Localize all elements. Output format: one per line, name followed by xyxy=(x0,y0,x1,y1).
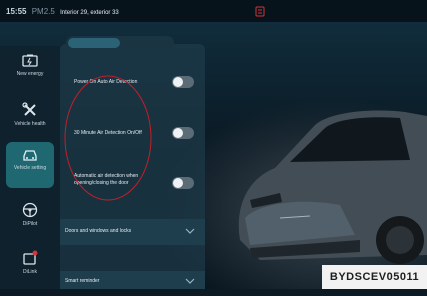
clock: 15:55 xyxy=(6,7,27,16)
watermark: BYDSCEV05011 xyxy=(322,265,427,289)
toggle-power-on-air-detection[interactable] xyxy=(172,76,194,88)
toggle-30-min-air-detection[interactable] xyxy=(172,127,194,139)
sidebar-item-dilink[interactable]: DiLink xyxy=(0,250,60,296)
menu-icon[interactable] xyxy=(255,5,265,17)
wrench-icon xyxy=(22,102,36,116)
chevron-down-icon xyxy=(185,278,195,284)
chevron-down-icon xyxy=(185,228,195,234)
status-left: 15:55 PM2.5 Interior 29, exterior 33 xyxy=(6,7,119,16)
pm25-label: PM2.5 xyxy=(31,7,55,16)
tab-active[interactable] xyxy=(68,38,120,48)
status-bar: 15:55 PM2.5 Interior 29, exterior 33 xyxy=(0,0,427,22)
sidebar-item-label: Vehicle setting xyxy=(13,165,47,171)
toggle-knob xyxy=(173,77,183,87)
expand-smart-reminder[interactable]: Smart reminder xyxy=(60,271,205,289)
sidebar-item-label: DiPilot xyxy=(22,221,38,227)
expand-doors-windows-locks[interactable]: Doors and windows and locks xyxy=(60,219,205,245)
sidebar-item-label: DiLink xyxy=(23,269,37,275)
row-label: Doors and windows and locks xyxy=(65,228,132,234)
tab-switch xyxy=(66,36,174,50)
tab-inactive[interactable] xyxy=(120,38,172,48)
vehicle-image xyxy=(238,110,427,264)
toggle-knob xyxy=(173,128,183,138)
sidebar-item-vehicle-setting[interactable]: Vehicle setting xyxy=(6,142,54,188)
car-icon xyxy=(23,150,37,161)
steering-wheel-icon xyxy=(22,202,38,218)
toggle-door-air-detection[interactable] xyxy=(172,177,194,189)
row-label: Smart reminder xyxy=(65,278,100,284)
toggle-knob xyxy=(173,178,183,188)
temperature-readout: Interior 29, exterior 33 xyxy=(60,10,119,16)
connect-icon xyxy=(23,250,38,265)
annotation-ellipse xyxy=(64,75,152,201)
battery-icon xyxy=(22,54,38,67)
